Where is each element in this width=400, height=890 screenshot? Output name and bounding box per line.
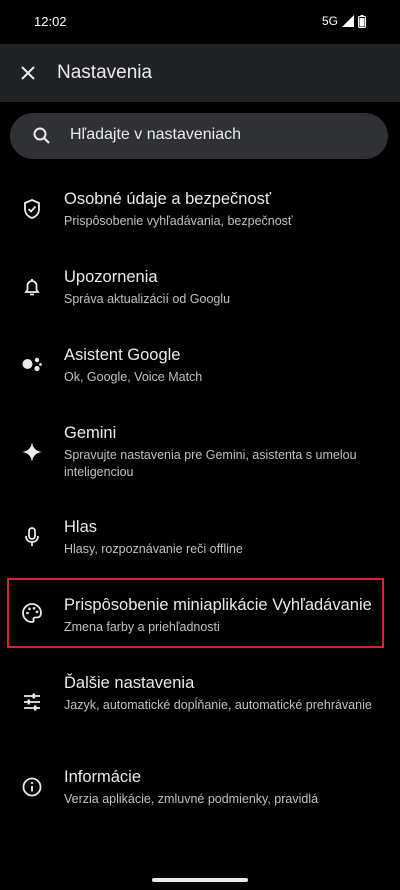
close-icon (21, 66, 35, 80)
settings-item-subtitle: Prispôsobenie vyhľadávania, bezpečnosť (64, 214, 293, 228)
microphone-icon (20, 525, 44, 549)
settings-item-title: Upozornenia (64, 268, 158, 286)
settings-item-title: Ďalšie nastavenia (64, 674, 195, 692)
settings-item-subtitle: Ok, Google, Voice Match (64, 370, 203, 384)
settings-item-subtitle: Správa aktualizácií od Googlu (64, 292, 231, 306)
close-button[interactable] (14, 59, 42, 87)
battery-icon (358, 14, 366, 28)
settings-item-title: Asistent Google (64, 346, 181, 364)
app-bar: Nastavenia (0, 44, 400, 102)
settings-item-gemini[interactable]: Gemini Spravujte nastavenia pre Gemini, … (0, 414, 400, 500)
highlight-box (7, 578, 384, 648)
settings-item-voice[interactable]: Hlas Hlasy, rozpoznávanie reči offline (0, 508, 400, 578)
sliders-icon (20, 690, 44, 714)
shield-icon (20, 197, 44, 221)
page-title: Nastavenia (57, 62, 153, 83)
settings-item-notifications[interactable]: Upozornenia Správa aktualizácií od Googl… (0, 258, 400, 328)
settings-item-subtitle: Jazyk, automatické dopĺňanie, automatick… (64, 698, 372, 712)
gesture-navigation-bar[interactable] (152, 878, 248, 882)
status-icons: 5G (322, 14, 366, 28)
search-icon (33, 127, 50, 144)
assistant-icon (20, 353, 44, 377)
sparkle-icon (20, 440, 44, 464)
network-label: 5G (321, 14, 338, 28)
settings-item-title: Informácie (64, 768, 142, 786)
settings-item-about[interactable]: Informácie Verzia aplikácie, zmluvné pod… (0, 758, 400, 828)
info-icon (20, 775, 44, 799)
settings-item-subtitle: Verzia aplikácie, zmluvné podmienky, pra… (64, 792, 319, 806)
signal-icon (342, 15, 354, 27)
settings-item-subtitle: Hlasy, rozpoznávanie reči offline (64, 542, 243, 556)
bell-icon (20, 275, 44, 299)
settings-item-privacy[interactable]: Osobné údaje a bezpečnosť Prispôsobenie … (0, 180, 400, 250)
settings-item-assistant[interactable]: Asistent Google Ok, Google, Voice Match (0, 336, 400, 406)
settings-item-title: Hlas (64, 518, 98, 536)
status-bar: 12:02 5G (0, 0, 400, 44)
settings-item-subtitle: Spravujte nastavenia pre Gemini, asisten… (64, 448, 357, 479)
settings-item-title: Gemini (64, 424, 117, 442)
search-input[interactable]: Hľadajte v nastaveniach (70, 126, 241, 144)
status-time: 12:02 (34, 14, 67, 29)
search-bar[interactable]: Hľadajte v nastaveniach (10, 113, 388, 159)
settings-item-title: Osobné údaje a bezpečnosť (64, 190, 272, 208)
settings-item-more-settings[interactable]: Ďalšie nastavenia Jazyk, automatické dop… (0, 664, 400, 750)
